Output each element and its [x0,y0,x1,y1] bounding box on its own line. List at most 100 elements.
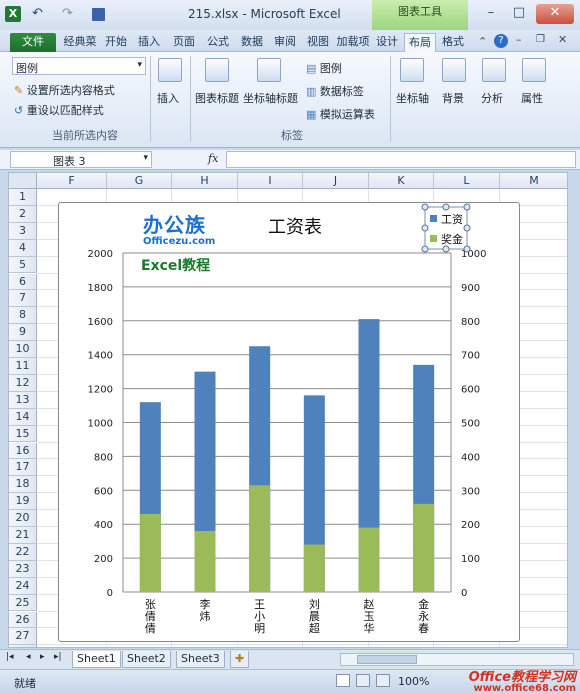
background-icon[interactable] [442,58,466,82]
tab-review[interactable]: 审阅 [270,33,300,52]
tab-page-layout[interactable]: 页面布 [168,33,200,52]
insert-shape-icon[interactable] [158,58,182,82]
data-labels-button[interactable]: ▥ 数据标签 [306,83,364,99]
format-selection-button[interactable]: ✎ 设置所选内容格式 [14,82,115,98]
chart-title-button[interactable]: 图表标题 [195,90,239,106]
row-header[interactable]: 14 [9,408,37,426]
insert-button[interactable]: 插入 [157,90,179,106]
row-header[interactable]: 5 [9,256,37,274]
page-break-view-icon[interactable] [376,674,390,687]
page-layout-view-icon[interactable] [356,674,370,687]
axes-icon[interactable] [400,58,424,82]
row-header[interactable]: 6 [9,273,37,291]
select-all-corner[interactable] [9,173,37,189]
fx-icon[interactable]: fx [208,152,218,165]
column-header[interactable]: H [172,173,238,189]
analysis-icon[interactable] [482,58,506,82]
row-header[interactable]: 13 [9,391,37,409]
tab-home[interactable]: 开始 [101,33,131,52]
help-icon[interactable]: ? [494,34,508,48]
column-header[interactable]: I [238,173,303,189]
tab-view[interactable]: 视图 [303,33,333,52]
column-header[interactable]: F [37,173,107,189]
tab-design[interactable]: 设计 [372,33,402,52]
row-header[interactable]: 10 [9,341,37,358]
row-header[interactable]: 7 [9,290,37,308]
row-header[interactable]: 20 [9,510,37,527]
tab-layout[interactable]: 布局 [404,33,436,52]
row-header[interactable]: 4 [9,239,37,257]
data-table-button[interactable]: ▦ 模拟运算表 [306,106,375,122]
ribbon-collapse-icon[interactable]: ⌃ [478,35,487,48]
row-header[interactable]: 16 [9,442,37,460]
minimize-button[interactable]: – [478,4,504,24]
row-header[interactable]: 2 [9,205,37,223]
row-header[interactable]: 12 [9,374,37,392]
axes-button[interactable]: 坐标轴 [396,90,429,106]
scroll-thumb[interactable] [357,655,417,664]
properties-button[interactable]: 属性 [521,90,543,106]
row-header[interactable]: 27 [9,628,37,646]
redo-icon[interactable]: ↷ [62,6,73,21]
last-sheet-icon[interactable]: ▸| [54,652,62,662]
maximize-button[interactable]: □ [506,4,532,24]
row-header[interactable]: 1 [9,189,37,206]
name-box[interactable]: 图表 3 ▾ [10,151,152,168]
tab-file[interactable]: 文件 [10,33,56,52]
chart-area[interactable]: 办公族 Officezu.com Excel教程 工资表 0 200 400 600 80… [58,202,520,642]
workbook-restore-icon[interactable]: ❐ [536,34,545,45]
prev-sheet-icon[interactable]: ◂ [26,652,31,662]
next-sheet-icon[interactable]: ▸ [40,652,45,662]
first-sheet-icon[interactable]: |◂ [6,652,14,662]
reset-style-button[interactable]: ↺ 重设以匹配样式 [14,102,104,118]
row-header[interactable]: 23 [9,560,37,578]
excel-app-icon[interactable]: X [5,6,21,22]
row-header[interactable]: 28 [9,645,37,647]
analysis-button[interactable]: 分析 [481,90,503,106]
row-header[interactable]: 15 [9,425,37,443]
row-header[interactable]: 19 [9,493,37,511]
selection-dropdown[interactable]: 图例 ▾ [12,57,146,75]
row-header[interactable]: 25 [9,594,37,612]
properties-icon[interactable] [522,58,546,82]
legend-button[interactable]: ▤ 图例 [306,60,342,76]
tab-insert[interactable]: 插入 [134,33,164,52]
sheet-tab-3[interactable]: Sheet3 [176,651,225,668]
row-header[interactable]: 24 [9,577,37,595]
row-header[interactable]: 26 [9,611,37,629]
column-header[interactable]: J [303,173,369,189]
tab-classic-menu[interactable]: 经典菜 [62,33,98,52]
axis-titles-button[interactable]: 坐标轴标题 [243,90,298,106]
column-header[interactable]: K [369,173,434,189]
row-header[interactable]: 11 [9,358,37,375]
tab-formulas[interactable]: 公式 [203,33,233,52]
tab-format[interactable]: 格式 [438,33,468,52]
row-header[interactable]: 3 [9,222,37,240]
close-button[interactable]: ✕ [536,4,574,24]
row-header[interactable]: 21 [9,527,37,544]
column-header[interactable]: L [434,173,500,189]
column-header[interactable]: M [500,173,567,189]
insert-sheet-icon[interactable]: ✚ [230,651,250,668]
row-header[interactable]: 22 [9,543,37,561]
row-header[interactable]: 9 [9,324,37,342]
workbook-close-icon[interactable]: ✕ [558,33,567,46]
tab-addins[interactable]: 加载项 [336,33,370,52]
axis-titles-icon[interactable] [257,58,281,82]
row-header[interactable]: 8 [9,307,37,325]
background-button[interactable]: 背景 [442,90,464,106]
undo-icon[interactable]: ↶ [32,6,43,21]
save-icon[interactable] [92,8,105,21]
workbook-minimize-icon[interactable]: – [516,33,522,46]
horizontal-scrollbar[interactable] [340,653,574,666]
tab-data[interactable]: 数据 [237,33,267,52]
formula-input[interactable] [226,151,576,168]
zoom-level[interactable]: 100% [398,675,429,688]
sheet-tab-2[interactable]: Sheet2 [122,651,171,668]
chart-title-icon[interactable] [205,58,229,82]
row-header[interactable]: 17 [9,459,37,477]
row-header[interactable]: 18 [9,476,37,494]
column-header[interactable]: G [107,173,172,189]
normal-view-icon[interactable] [336,674,350,687]
sheet-tab-1[interactable]: Sheet1 [72,651,121,668]
